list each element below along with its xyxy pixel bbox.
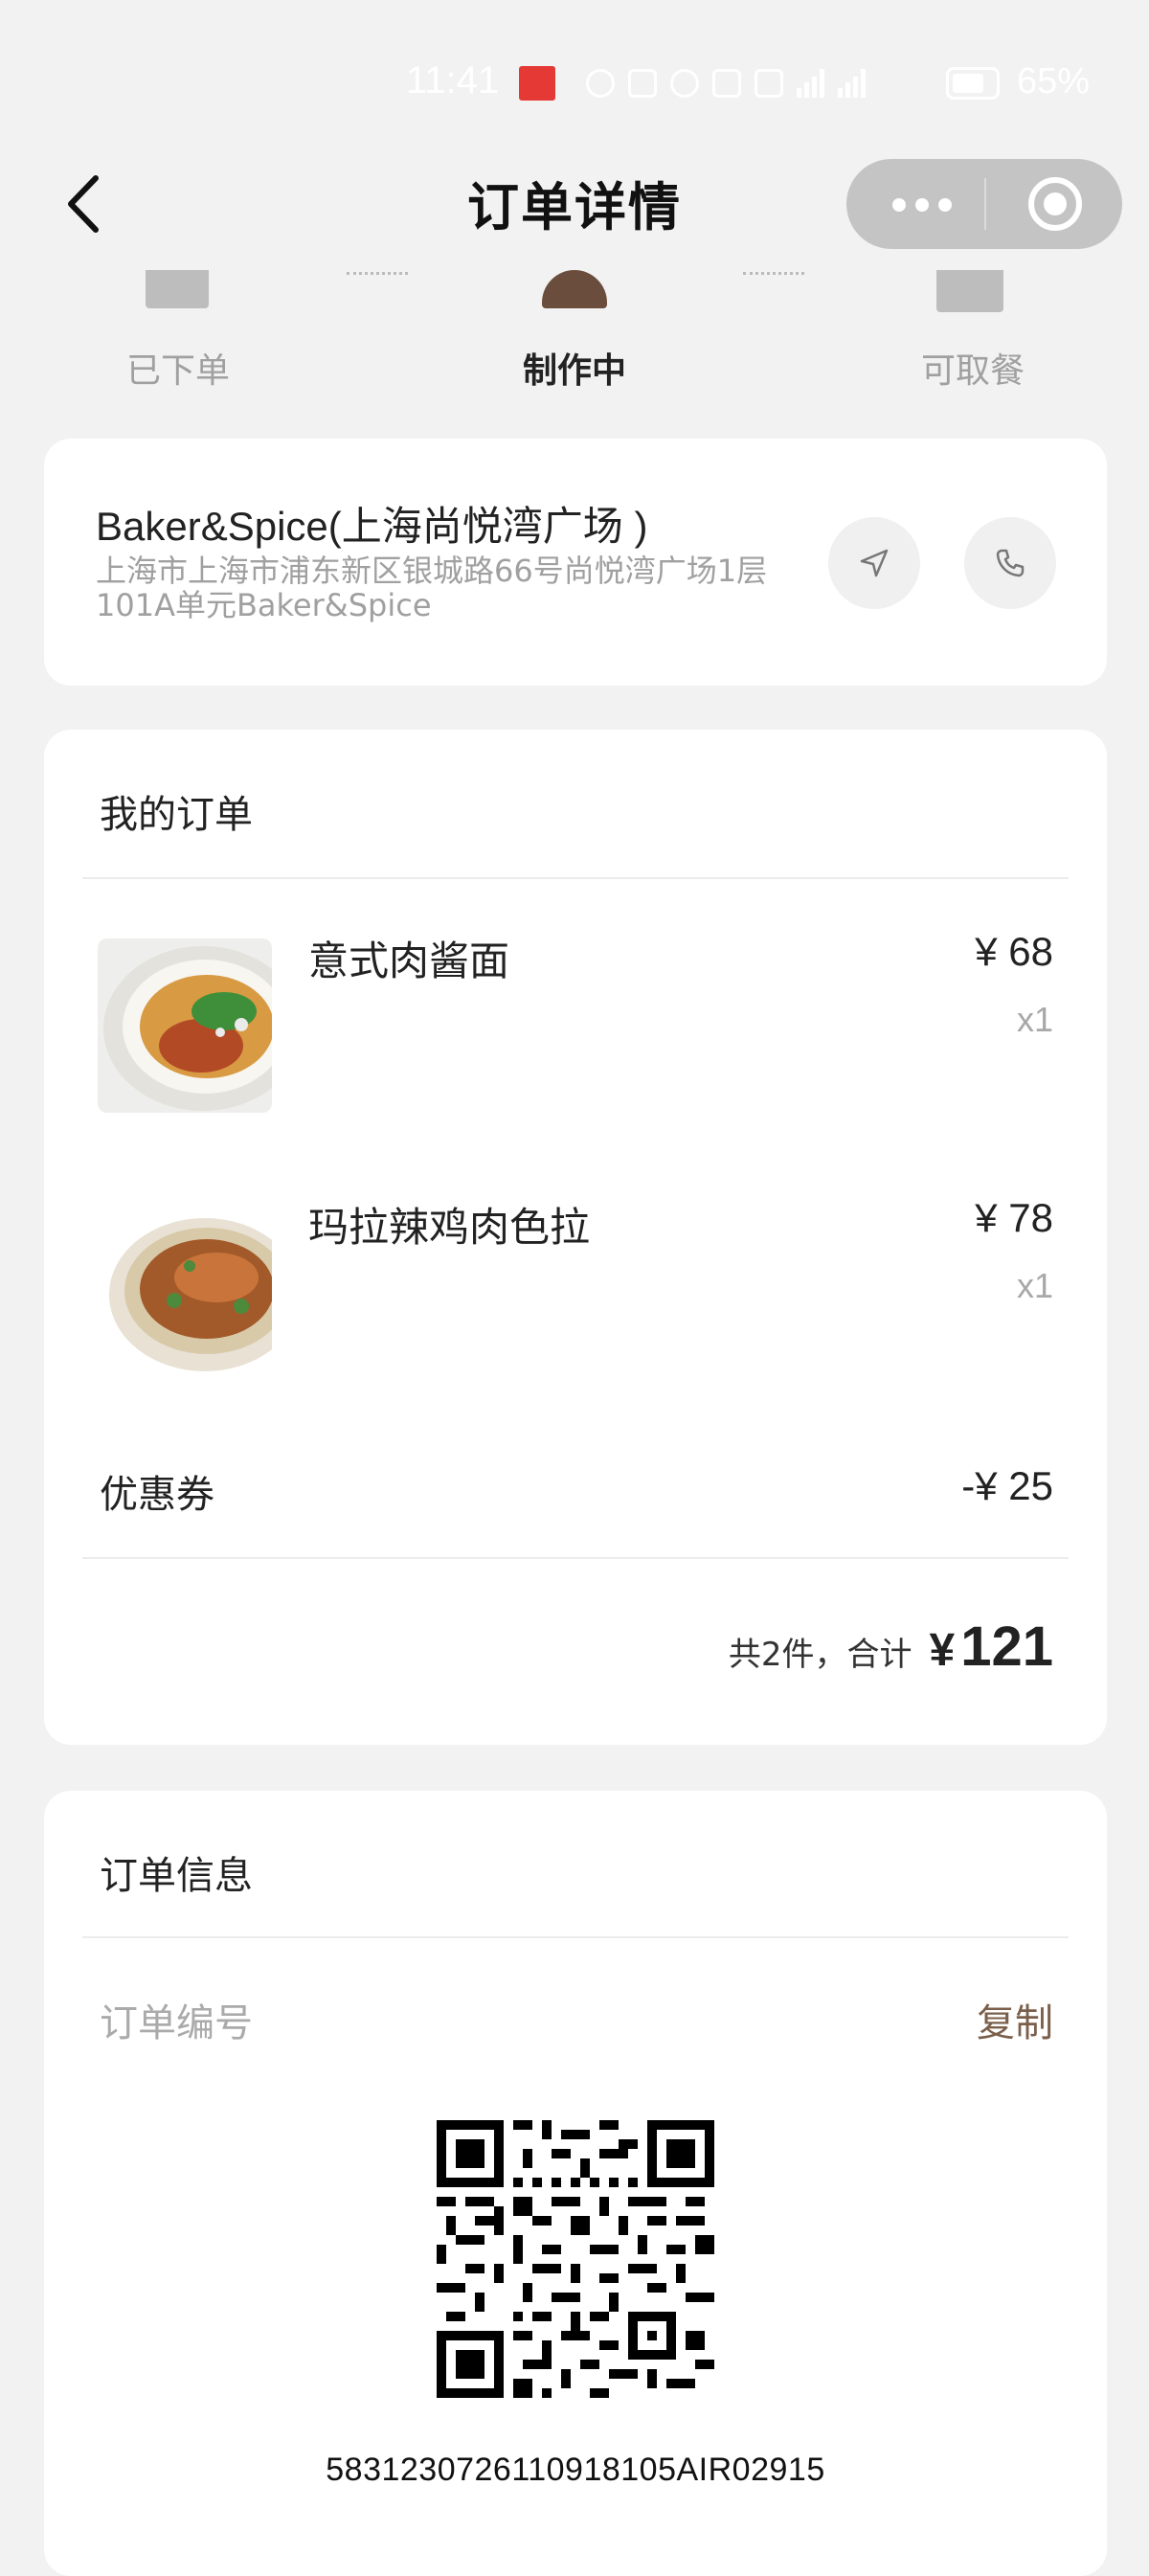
pickup-box-icon xyxy=(936,270,1003,312)
copy-button[interactable]: 复制 xyxy=(977,1992,1053,2047)
more-button[interactable] xyxy=(889,186,956,224)
order-total: 共2件，合计 ¥ 121 xyxy=(729,1615,1053,1679)
receipt-icon xyxy=(146,270,209,308)
salad-image xyxy=(98,1203,272,1377)
item-price: ¥ 68 xyxy=(975,929,1053,974)
order-code: 583123072611091810​5AIR02915 xyxy=(326,2452,825,2488)
pasta-image xyxy=(98,938,272,1113)
item-quantity: x1 xyxy=(1016,1000,1053,1039)
step-making: 制作中 xyxy=(522,351,626,391)
phone-icon xyxy=(996,549,1025,577)
vibrate-icon xyxy=(755,69,783,98)
battery-percent: 65% xyxy=(1017,61,1091,102)
item-price: ¥ 78 xyxy=(975,1195,1053,1240)
eye-icon xyxy=(586,69,615,98)
my-order-card: 我的订单 意式肉酱面 ¥ 68 x1 玛拉辣鸡肉色拉 ¥ 78 x1 优惠券 -… xyxy=(44,730,1107,1745)
notification-flag-icon xyxy=(519,66,555,101)
item-quantity: x1 xyxy=(1016,1266,1053,1305)
item-name: 意式肉酱面 xyxy=(308,938,510,984)
nfc-icon xyxy=(628,69,657,98)
store-address: 上海市上海市浦东新区银城路66号尚悦湾广场1层101A单元Baker&Spice xyxy=(96,553,768,623)
cooking-icon xyxy=(542,270,607,308)
total-count-text: 共2件，合计 xyxy=(728,1636,912,1674)
bluetooth-icon xyxy=(712,69,741,98)
status-time: 11:41 xyxy=(406,59,500,102)
coupon-label: 优惠券 xyxy=(100,1473,214,1517)
step-ready: 可取餐 xyxy=(920,351,1025,391)
signal-5g-icon xyxy=(797,69,824,98)
divider xyxy=(82,1557,1069,1559)
order-number-label: 订单编号 xyxy=(100,2001,253,2045)
currency-symbol: ¥ xyxy=(929,1625,956,1676)
mini-program-capsule xyxy=(846,159,1122,249)
step-connector xyxy=(743,272,804,275)
capsule-divider xyxy=(984,178,986,230)
status-bar: 11:41 65% xyxy=(0,0,1149,144)
step-placed: 已下单 xyxy=(125,351,230,391)
item-image-salad xyxy=(98,1203,272,1377)
total-amount: 121 xyxy=(960,1616,1053,1678)
status-icons xyxy=(586,63,866,103)
store-card: Baker&Spice(上海尚悦湾广场 ) 上海市上海市浦东新区银城路66号尚悦… xyxy=(44,439,1107,686)
order-qr-code xyxy=(437,2120,714,2398)
item-name: 玛拉辣鸡肉色拉 xyxy=(308,1204,591,1251)
coupon-value: -¥ 25 xyxy=(961,1463,1053,1508)
battery-icon xyxy=(946,67,1000,100)
item-image-pasta xyxy=(98,938,272,1113)
close-miniprogram-button[interactable] xyxy=(1028,177,1082,231)
order-info-card: 订单信息 订单编号 复制 583123072611091810​5AIR0291… xyxy=(44,1791,1107,2576)
section-title-my-order: 我的订单 xyxy=(100,793,253,837)
signal-4g-icon xyxy=(838,69,866,98)
section-title-order-info: 订单信息 xyxy=(100,1854,253,1898)
store-name: Baker&Spice(上海尚悦湾广场 ) xyxy=(96,504,648,549)
navigate-button[interactable] xyxy=(828,517,920,609)
navigation-arrow-icon xyxy=(860,549,889,577)
divider xyxy=(82,877,1069,879)
alarm-icon xyxy=(670,69,699,98)
divider xyxy=(82,1936,1069,1938)
step-connector xyxy=(347,272,408,275)
call-button[interactable] xyxy=(964,517,1056,609)
